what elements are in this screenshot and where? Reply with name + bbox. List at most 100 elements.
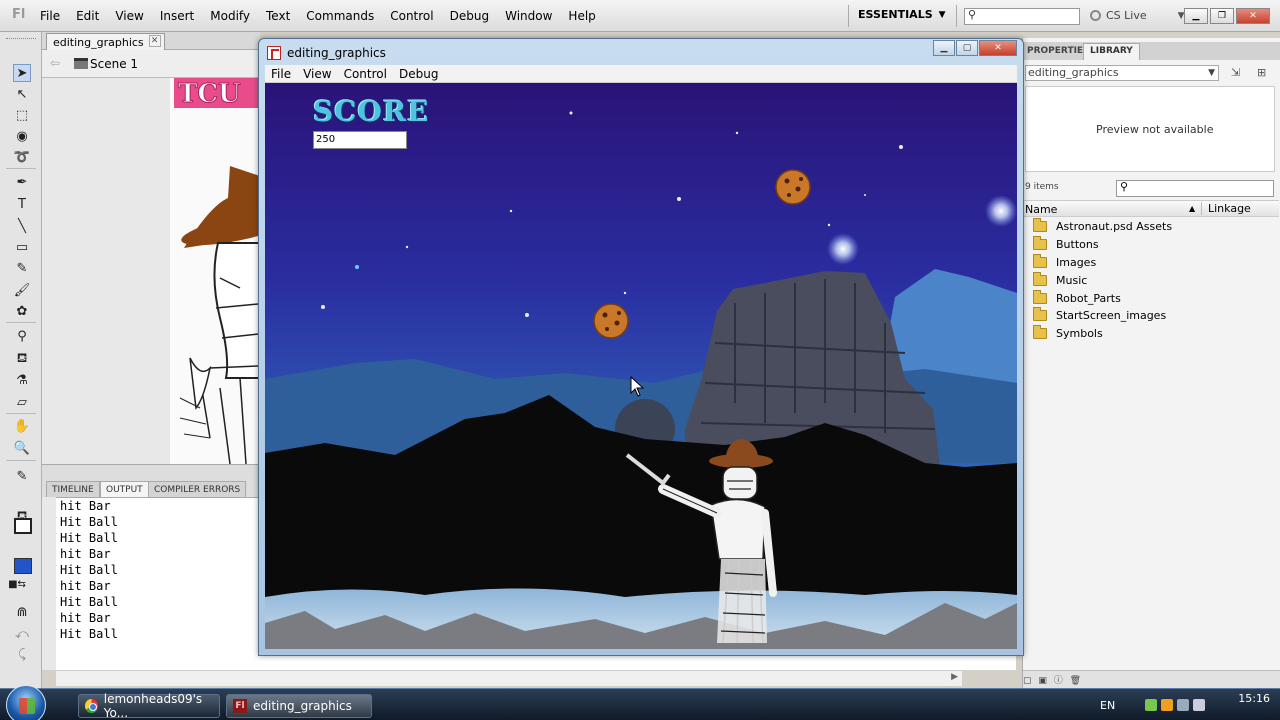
taskbar-chrome-button[interactable]: lemonheads09's Yo... [78, 692, 220, 720]
menu-debug[interactable]: Debug [450, 9, 489, 23]
game-canvas[interactable]: SCORE 250 [265, 83, 1017, 649]
paint-bucket-tool-icon[interactable]: ⛾ [13, 350, 31, 368]
battery-icon[interactable] [1193, 699, 1206, 711]
menu-view[interactable]: View [115, 9, 143, 23]
sort-ascending-icon[interactable]: ▲ [1189, 204, 1195, 213]
close-tab-icon[interactable]: ✕ [148, 35, 161, 47]
cs-live-button[interactable]: CS Live ▼ [1090, 9, 1185, 22]
new-folder-icon[interactable]: ▣ [1038, 676, 1047, 686]
library-item[interactable]: Astronaut.psd Assets [1023, 218, 1279, 236]
free-transform-tool-icon[interactable]: ⬚ [13, 107, 31, 125]
start-button[interactable] [6, 685, 46, 720]
help-search-input[interactable]: ⚲ [964, 8, 1080, 25]
pen-tool-icon[interactable]: ✒ [13, 174, 31, 192]
svg-text:TCU: TCU [178, 79, 241, 109]
tab-timeline[interactable]: TIMELINE [46, 481, 100, 498]
eyedropper-tool-icon[interactable]: ⚗ [13, 372, 31, 390]
scene-label[interactable]: Scene 1 [90, 57, 138, 71]
stage-artwork: TCU [170, 78, 260, 464]
language-indicator[interactable]: EN [1100, 699, 1115, 712]
menu-help[interactable]: Help [568, 9, 595, 23]
menu-commands[interactable]: Commands [306, 9, 374, 23]
stroke-color-pencil-icon[interactable]: ✎ [13, 468, 31, 486]
bone-tool-icon[interactable]: ⚲ [13, 328, 31, 346]
delete-icon[interactable]: 🗑 [1070, 676, 1081, 686]
tab-output[interactable]: OUTPUT [100, 481, 149, 498]
menu-file[interactable]: File [40, 9, 60, 23]
folder-icon [1033, 236, 1047, 251]
folder-icon [1033, 289, 1047, 304]
line-tool-icon[interactable]: ╲ [13, 218, 31, 236]
pencil-tool-icon[interactable]: ✎ [13, 260, 31, 278]
minimize-button[interactable]: ▁ [933, 40, 955, 56]
zoom-tool-icon[interactable]: 🔍 [13, 440, 31, 458]
eraser-tool-icon[interactable]: ▱ [13, 394, 31, 412]
fill-color-bucket-icon[interactable]: ⛾ [13, 508, 31, 526]
rectangle-tool-icon[interactable]: ▭ [13, 239, 31, 257]
library-item[interactable]: Robot_Parts [1023, 289, 1279, 307]
new-library-panel-icon[interactable]: ⊞ [1257, 66, 1266, 79]
scroll-right-icon[interactable]: ▶ [951, 672, 958, 682]
swap-colors-icon[interactable]: ■⇆ [8, 576, 26, 594]
fill-color-swatch[interactable] [14, 558, 32, 574]
menu-insert[interactable]: Insert [160, 9, 194, 23]
hand-tool-icon[interactable]: ✋ [13, 418, 31, 436]
taskbar-clock[interactable]: 15:16 [1238, 692, 1270, 705]
library-item[interactable]: Music [1023, 271, 1279, 289]
taskbar-flash-button[interactable]: Fl editing_graphics [226, 694, 372, 718]
lasso-tool-icon[interactable]: ➰ [13, 149, 31, 167]
scene-icon [74, 58, 88, 69]
selection-tool-icon[interactable]: ➤ [13, 64, 31, 82]
workspace-switcher[interactable]: ESSENTIALS ▼ [858, 8, 946, 21]
3d-rotation-tool-icon[interactable]: ◉ [13, 128, 31, 146]
menu-edit[interactable]: Edit [76, 9, 99, 23]
library-document-select[interactable]: editing_graphics ▼ [1025, 65, 1219, 81]
smooth-icon[interactable]: ⤺ [13, 626, 31, 644]
library-item[interactable]: Symbols [1023, 325, 1279, 343]
tab-library[interactable]: LIBRARY [1083, 43, 1140, 60]
snap-to-objects-icon[interactable]: ⋒ [13, 604, 31, 622]
taskbar-button-label: editing_graphics [253, 699, 352, 713]
folder-icon [1033, 218, 1047, 233]
close-button[interactable]: ✕ [1236, 8, 1270, 24]
flash-icon: Fl [233, 699, 247, 713]
library-search-input[interactable]: ⚲ [1116, 180, 1274, 197]
player-menu-control[interactable]: Control [344, 67, 387, 81]
pin-library-icon[interactable]: ⇲ [1231, 66, 1240, 79]
back-arrow-icon[interactable]: ⇦ [50, 56, 64, 70]
edit-bar: ⇦ Scene 1 [42, 50, 260, 78]
menu-control[interactable]: Control [390, 9, 433, 23]
menu-window[interactable]: Window [505, 9, 552, 23]
library-item[interactable]: Buttons [1023, 236, 1279, 254]
column-linkage[interactable]: Linkage [1201, 202, 1251, 215]
antivirus-icon[interactable] [1161, 699, 1174, 711]
text-tool-icon[interactable]: T [13, 196, 31, 214]
close-button[interactable]: ✕ [979, 40, 1017, 56]
stage-area[interactable]: TCU [42, 78, 260, 464]
minimize-button[interactable]: ▁ [1184, 8, 1208, 24]
column-name[interactable]: Name [1025, 203, 1057, 216]
library-item-label: Symbols [1056, 327, 1103, 341]
flash-player-window: editing_graphics ▁ ▢ ✕ File View Control… [258, 38, 1024, 656]
horizontal-scrollbar[interactable]: ▶ [56, 670, 962, 686]
maximize-button[interactable]: ▢ [956, 40, 978, 56]
properties-icon[interactable]: ⓘ [1054, 676, 1063, 686]
panel-grip[interactable] [6, 38, 36, 41]
restore-button[interactable]: ❐ [1210, 8, 1234, 24]
player-menu-file[interactable]: File [271, 67, 291, 81]
player-menu-debug[interactable]: Debug [399, 67, 438, 81]
library-item[interactable]: Images [1023, 253, 1279, 272]
document-tab[interactable]: editing_graphics ✕ [46, 33, 165, 50]
menu-modify[interactable]: Modify [210, 9, 250, 23]
subselection-tool-icon[interactable]: ↖ [13, 86, 31, 104]
network-icon[interactable] [1145, 699, 1158, 711]
new-symbol-icon[interactable]: ▢ [1023, 676, 1032, 686]
volume-icon[interactable] [1177, 699, 1190, 711]
brush-tool-icon[interactable]: 🖌 [13, 282, 31, 300]
menu-text[interactable]: Text [266, 9, 290, 23]
player-menu-view[interactable]: View [303, 67, 331, 81]
tab-compiler-errors[interactable]: COMPILER ERRORS [148, 481, 247, 498]
deco-tool-icon[interactable]: ✿ [13, 303, 31, 321]
straighten-icon[interactable]: ⤹ [13, 646, 31, 664]
library-item[interactable]: StartScreen_images [1023, 307, 1279, 325]
